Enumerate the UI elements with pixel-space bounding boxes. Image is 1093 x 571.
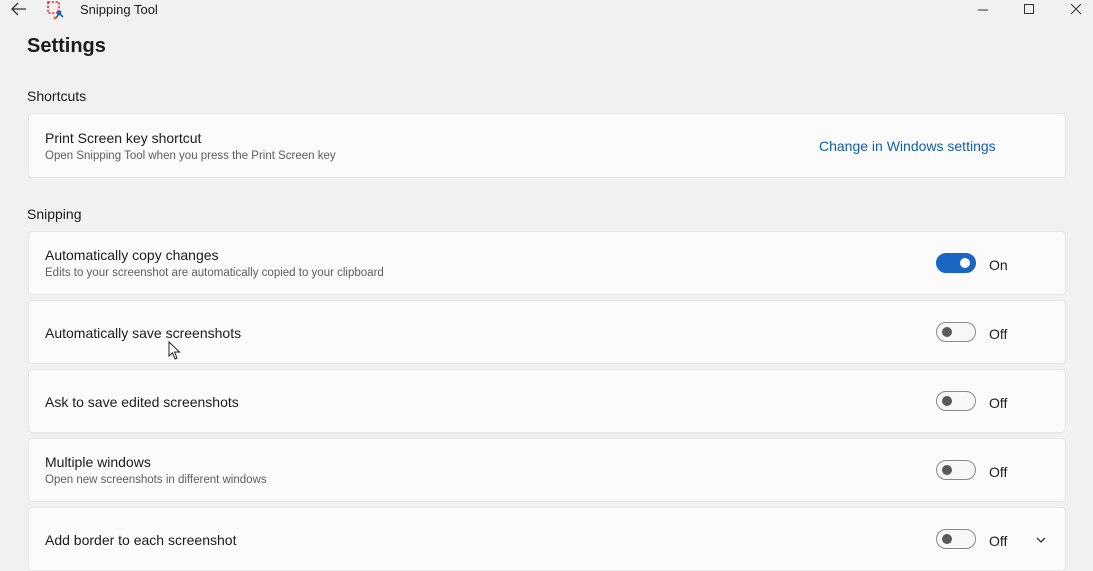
setting-auto-save-screenshots: Automatically save screenshots Off — [28, 300, 1066, 364]
snipping-tool-icon — [46, 0, 66, 20]
toggle-state-label: Off — [989, 326, 1008, 342]
toggle-state-label: Off — [989, 464, 1008, 480]
toggle-state-label: Off — [989, 395, 1008, 411]
setting-title: Automatically save screenshots — [45, 325, 242, 341]
maximize-button[interactable] — [1012, 0, 1046, 18]
setting-title: Add border to each screenshot — [45, 532, 237, 548]
toggle-state-label: On — [989, 257, 1008, 273]
section-label-shortcuts: Shortcuts — [27, 88, 87, 104]
minimize-button[interactable] — [966, 0, 1000, 18]
title-bar: Snipping Tool — [0, 0, 1093, 22]
close-icon — [1070, 3, 1082, 15]
change-in-windows-settings-link[interactable]: Change in Windows settings — [819, 138, 996, 154]
minimize-icon — [978, 9, 988, 11]
section-label-snipping: Snipping — [27, 206, 82, 222]
expand-button[interactable] — [1033, 532, 1049, 548]
close-button[interactable] — [1059, 0, 1093, 18]
setting-description: Open new screenshots in different window… — [45, 474, 267, 486]
toggle-knob — [942, 396, 952, 406]
maximize-icon — [1024, 4, 1034, 14]
toggle-state-label: Off — [989, 533, 1008, 549]
toggle-knob — [942, 327, 952, 337]
print-screen-shortcut-card: Print Screen key shortcut Open Snipping … — [28, 113, 1066, 178]
back-button[interactable] — [8, 0, 30, 18]
card-title: Print Screen key shortcut — [45, 130, 202, 146]
setting-add-border: Add border to each screenshot Off — [28, 507, 1066, 571]
toggle-knob — [942, 465, 952, 475]
page-title: Settings — [27, 35, 106, 57]
setting-ask-to-save-edited: Ask to save edited screenshots Off — [28, 369, 1066, 433]
setting-title: Automatically copy changes — [45, 247, 219, 263]
multiple-windows-toggle[interactable] — [936, 460, 976, 480]
auto-copy-changes-toggle[interactable] — [936, 253, 976, 273]
setting-auto-copy-changes: Automatically copy changes Edits to your… — [28, 231, 1066, 295]
setting-multiple-windows: Multiple windows Open new screenshots in… — [28, 438, 1066, 502]
chevron-down-icon — [1036, 537, 1046, 543]
toggle-knob — [960, 258, 970, 268]
toggle-knob — [942, 534, 952, 544]
setting-description: Edits to your screenshot are automatical… — [45, 267, 384, 279]
card-description: Open Snipping Tool when you press the Pr… — [45, 150, 336, 162]
mouse-cursor-icon — [168, 340, 182, 361]
back-arrow-icon — [11, 2, 26, 16]
ask-to-save-edited-toggle[interactable] — [936, 391, 976, 411]
add-border-toggle[interactable] — [936, 529, 976, 549]
auto-save-screenshots-toggle[interactable] — [936, 322, 976, 342]
setting-title: Multiple windows — [45, 454, 151, 470]
setting-title: Ask to save edited screenshots — [45, 394, 239, 410]
app-title: Snipping Tool — [80, 2, 158, 17]
